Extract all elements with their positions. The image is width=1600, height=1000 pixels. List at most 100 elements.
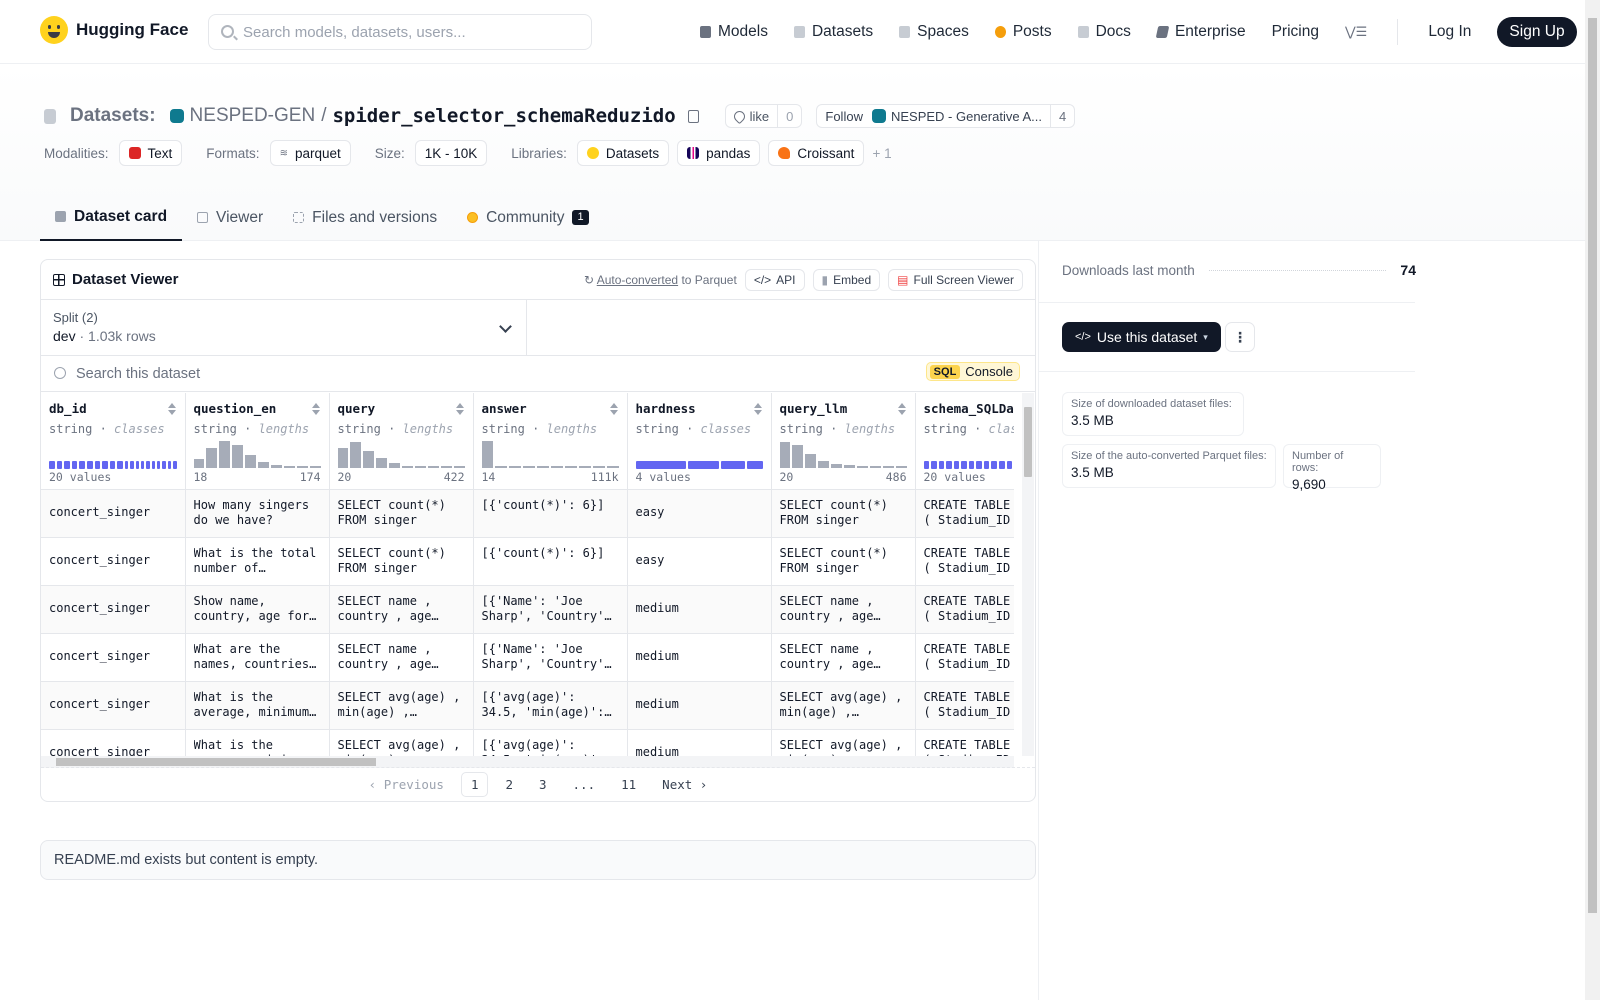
histogram-bar[interactable] — [523, 466, 536, 468]
histogram-bar[interactable] — [792, 445, 804, 468]
table-cell[interactable]: easy — [627, 489, 772, 538]
page-3-button[interactable]: 3 — [530, 773, 556, 796]
table-cell[interactable]: CREATE TABLE stadium ( Stadium_ID — [915, 729, 1014, 756]
histogram-bar[interactable] — [564, 466, 577, 468]
table-cell[interactable]: [{'avg(age)': 34.5, 'min(age)': 25, 'max… — [473, 729, 628, 756]
table-cell[interactable]: medium — [627, 633, 772, 682]
histogram-bar[interactable] — [414, 466, 426, 468]
class-bar[interactable] — [146, 460, 150, 469]
histogram-bar[interactable] — [882, 466, 894, 468]
class-bar[interactable] — [983, 460, 990, 469]
column-header-query[interactable]: query string · lengths 20 422 — [329, 393, 474, 490]
nav-posts[interactable]: Posts — [994, 23, 1052, 41]
table-cell[interactable]: What is the average, minimum, and maximu… — [185, 681, 330, 730]
use-this-dataset-button[interactable]: </> Use this dataset ▾ — [1062, 322, 1221, 352]
tag-size[interactable]: 1K - 10K — [414, 140, 488, 166]
histogram-bar[interactable] — [219, 440, 231, 468]
table-cell[interactable]: CREATE TABLE stadium ( Stadium_ID — [915, 681, 1014, 730]
section-label[interactable]: Datasets: — [70, 105, 156, 127]
histogram-bar[interactable] — [337, 447, 349, 468]
table-cell[interactable]: easy — [627, 537, 772, 586]
class-bar[interactable] — [688, 460, 719, 469]
class-bar[interactable] — [953, 460, 960, 469]
data-table-container[interactable]: db_id string · classes 20 values question_e… — [41, 393, 1014, 756]
table-cell[interactable]: SELECT count(*) FROM singer — [771, 489, 916, 538]
sort-icon[interactable] — [753, 403, 762, 415]
page-11-button[interactable]: 11 — [612, 773, 645, 796]
length-histogram[interactable] — [193, 440, 321, 468]
copy-icon[interactable] — [687, 109, 699, 123]
histogram-bar[interactable] — [376, 457, 388, 468]
more-menu-icon[interactable]: ⋁☰ — [1345, 24, 1367, 40]
page-2-button[interactable]: 2 — [496, 773, 522, 796]
nav-docs[interactable]: Docs — [1077, 23, 1131, 41]
tab-viewer[interactable]: Viewer — [182, 194, 278, 241]
histogram-bar[interactable] — [232, 445, 244, 468]
sort-icon[interactable] — [455, 403, 464, 415]
class-bar[interactable] — [135, 460, 140, 469]
page-1-button[interactable]: 1 — [460, 772, 489, 797]
class-bar[interactable] — [124, 460, 129, 469]
histogram-bar[interactable] — [309, 466, 321, 468]
class-bar[interactable] — [56, 460, 63, 469]
class-bar[interactable] — [946, 460, 952, 469]
nav-datasets[interactable]: Datasets — [793, 23, 873, 41]
table-cell[interactable]: Show name, country, age for all singers … — [185, 585, 330, 634]
tag-pandas[interactable]: pandas — [677, 140, 761, 166]
table-row[interactable]: concert_singer Show name, country, age fo… — [41, 585, 1014, 634]
table-cell[interactable]: SELECT avg(age) , min(age) , max(age) FR… — [329, 729, 474, 756]
table-cell[interactable]: CREATE TABLE stadium ( Stadium_ID — [915, 585, 1014, 634]
table-row[interactable]: concert_singerWhat is the average, minim… — [41, 729, 1014, 756]
table-cell[interactable]: How many singers do we have? — [185, 489, 330, 538]
previous-page-button[interactable]: ‹ Previous — [360, 773, 453, 796]
class-bar[interactable] — [1006, 460, 1013, 469]
histogram-bar[interactable] — [440, 466, 452, 468]
class-bar[interactable] — [167, 460, 172, 469]
class-bar[interactable] — [151, 460, 156, 469]
histogram-bar[interactable] — [844, 465, 855, 468]
table-cell[interactable]: concert_singer — [41, 537, 186, 586]
sort-icon[interactable] — [609, 403, 618, 415]
histogram-bar[interactable] — [389, 463, 401, 468]
table-cell[interactable]: [{'avg(age)': 34.5, 'min(age)': 25, 'max… — [473, 681, 628, 730]
histogram-bar[interactable] — [193, 459, 205, 468]
class-bar[interactable] — [94, 460, 101, 469]
histogram-bar[interactable] — [427, 466, 439, 468]
scroll-thumb[interactable] — [1024, 407, 1032, 477]
class-bar[interactable] — [79, 460, 85, 469]
tab-dataset-card[interactable]: Dataset card — [40, 194, 183, 241]
histogram-bar[interactable] — [245, 454, 257, 468]
table-cell[interactable]: CREATE TABLE stadium ( Stadium_ID — [915, 537, 1014, 586]
class-bar[interactable] — [117, 460, 123, 469]
embed-button[interactable]: ▮ Embed — [812, 268, 881, 291]
like-button[interactable]: like 0 — [724, 104, 803, 128]
table-cell[interactable]: What are the names, countries, and ages … — [185, 633, 330, 682]
table-cell[interactable]: medium — [627, 729, 772, 756]
table-cell[interactable]: CREATE TABLE stadium ( Stadium_ID — [915, 633, 1014, 682]
histogram-bar[interactable] — [402, 465, 413, 468]
auto-converted-link[interactable]: Auto-converted — [597, 273, 678, 287]
class-bar[interactable] — [991, 460, 997, 469]
class-bar[interactable] — [141, 460, 145, 469]
histogram-bar[interactable] — [270, 464, 282, 468]
class-distribution[interactable] — [635, 460, 763, 469]
page-scrollbar[interactable] — [1585, 0, 1600, 1000]
table-cell[interactable]: [{'count(*)': 6}] — [473, 489, 628, 538]
signup-button[interactable]: Sign Up — [1497, 17, 1577, 47]
class-distribution[interactable] — [49, 460, 177, 469]
class-bar[interactable] — [102, 460, 108, 469]
histogram-bar[interactable] — [363, 450, 375, 468]
class-distribution[interactable] — [923, 460, 1015, 469]
dataset-search-input[interactable]: Search this dataset SQL Console — [41, 356, 1035, 392]
sql-console-button[interactable]: SQL Console — [925, 362, 1020, 381]
histogram-bar[interactable] — [592, 466, 605, 468]
histogram-bar[interactable] — [831, 464, 843, 468]
column-header-answer[interactable]: answer string · lengths 14 111k — [473, 393, 628, 490]
histogram-bar[interactable] — [258, 461, 269, 468]
column-header-db_id[interactable]: db_id string · classes 20 values — [41, 393, 186, 490]
class-bar[interactable] — [938, 460, 945, 469]
tag-datasets-library[interactable]: Datasets — [576, 140, 670, 166]
table-vertical-scrollbar[interactable] — [1022, 393, 1034, 756]
histogram-bar[interactable] — [481, 440, 494, 468]
class-bar[interactable] — [720, 460, 745, 469]
